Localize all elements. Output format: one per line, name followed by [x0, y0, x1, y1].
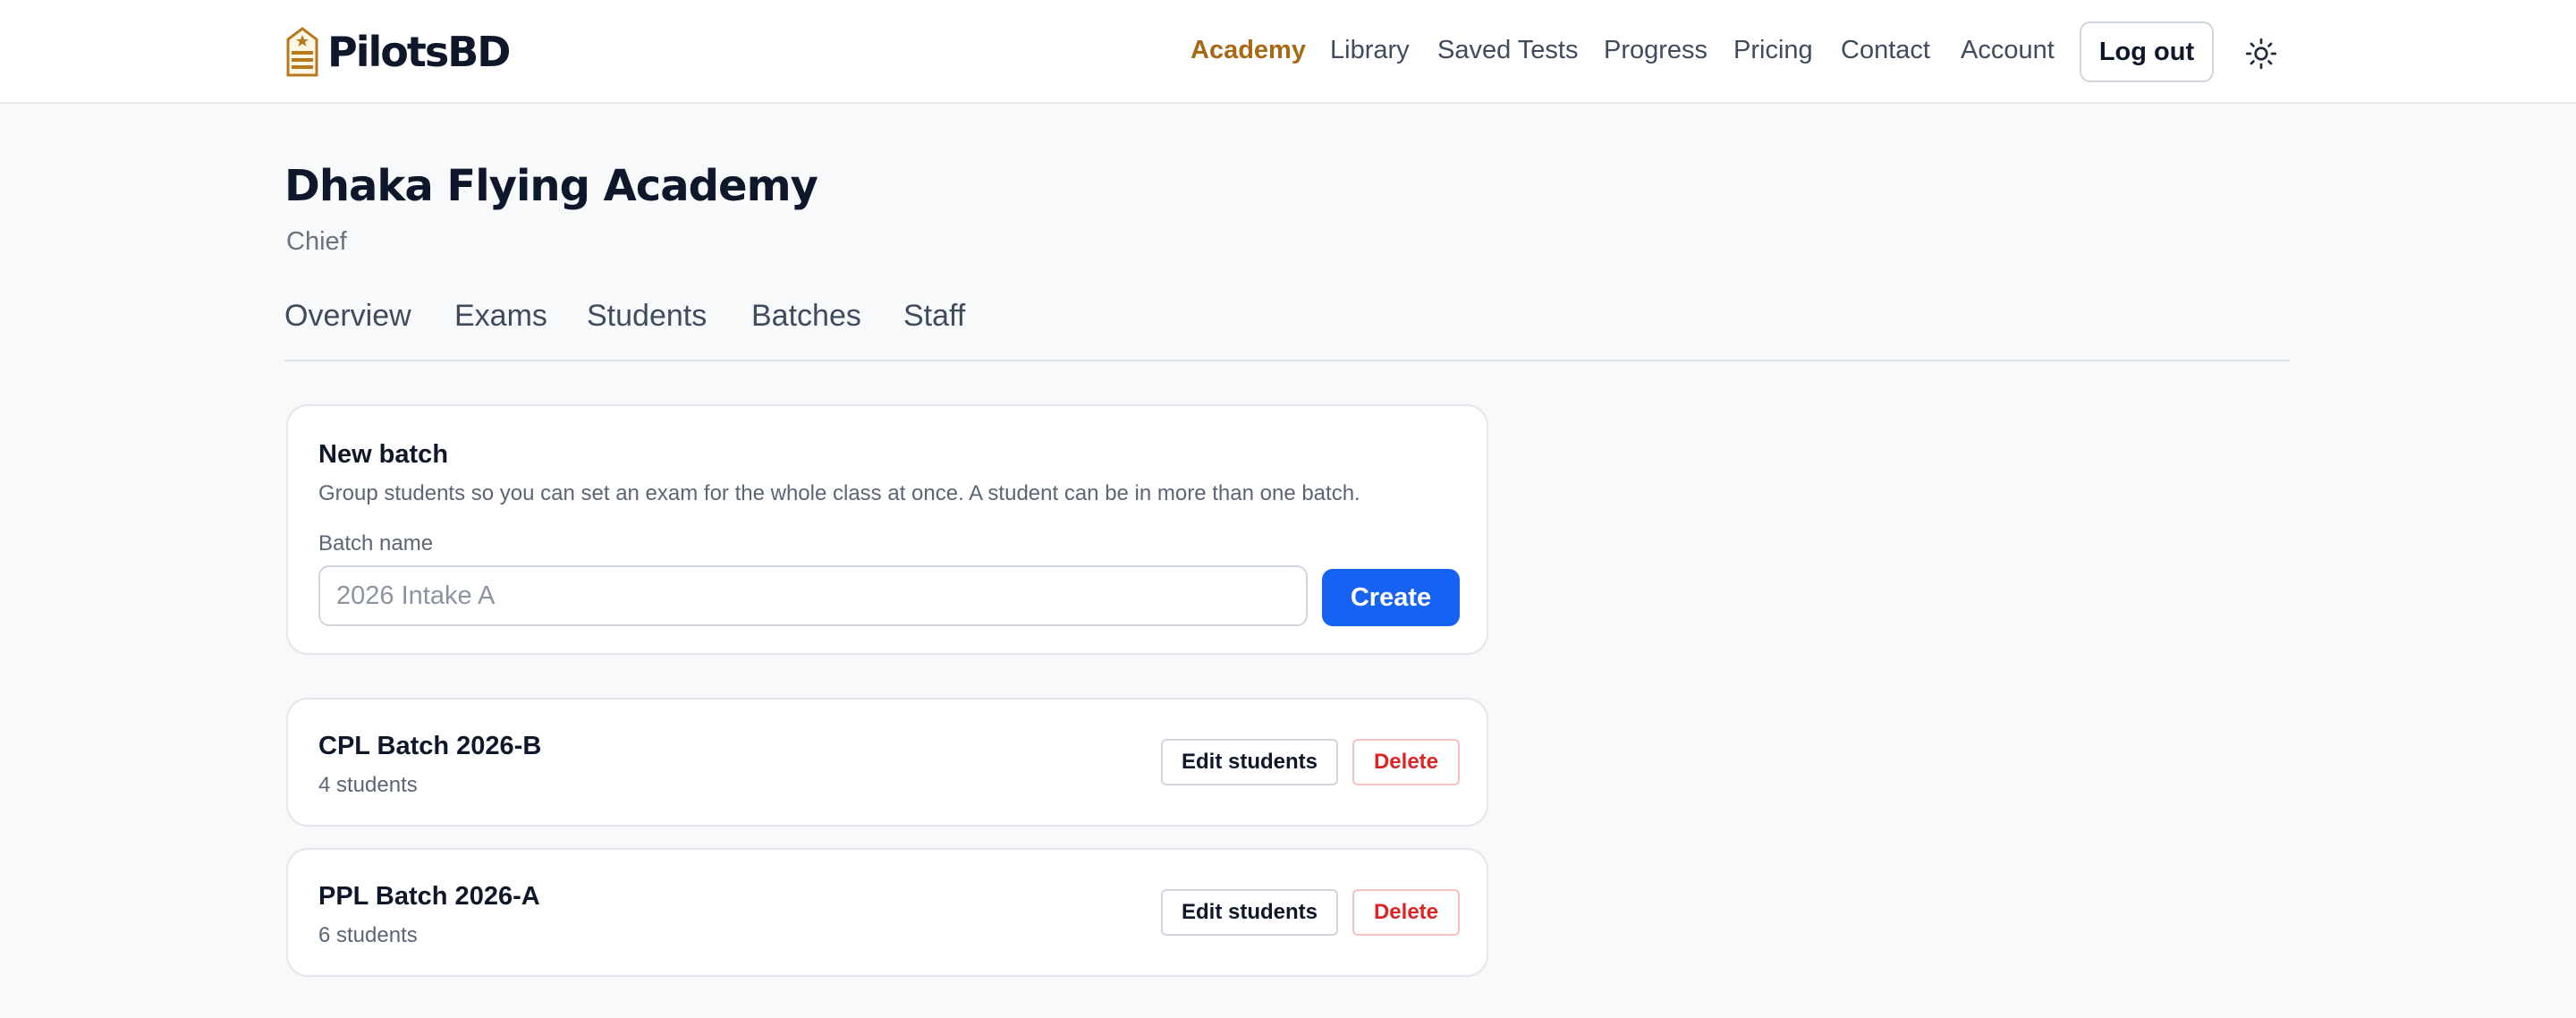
batch-student-count: 4 students — [318, 773, 418, 797]
user-role: Chief — [286, 227, 347, 256]
tab-exams[interactable]: Exams — [454, 299, 547, 334]
tab-batches[interactable]: Batches — [751, 299, 861, 334]
nav-library[interactable]: Library — [1330, 36, 1410, 65]
new-batch-description: Group students so you can set an exam fo… — [318, 481, 1360, 505]
nav-academy[interactable]: Academy — [1191, 36, 1306, 65]
edit-students-button[interactable]: Edit students — [1161, 889, 1338, 936]
batch-card: PPL Batch 2026-A 6 students Edit student… — [286, 848, 1488, 977]
tab-overview[interactable]: Overview — [284, 299, 411, 334]
batch-name-input[interactable] — [318, 565, 1308, 626]
create-batch-button[interactable]: Create — [1322, 569, 1460, 626]
edit-students-button[interactable]: Edit students — [1161, 739, 1338, 785]
nav-account[interactable]: Account — [1961, 36, 2055, 65]
batch-name: CPL Batch 2026-B — [318, 732, 542, 760]
batch-name-label: Batch name — [318, 531, 434, 556]
logo-badge-icon — [286, 27, 318, 77]
new-batch-title: New batch — [318, 440, 449, 469]
page-title: Dhaka Flying Academy — [284, 161, 818, 211]
batch-name: PPL Batch 2026-A — [318, 882, 540, 911]
new-batch-card: New batch Group students so you can set … — [286, 404, 1488, 655]
brand-name: PilotsBD — [327, 28, 511, 76]
logout-button[interactable]: Log out — [2080, 21, 2214, 82]
brand-logo[interactable]: PilotsBD — [284, 25, 511, 79]
batch-card: CPL Batch 2026-B 4 students Edit student… — [286, 698, 1488, 827]
nav-pricing[interactable]: Pricing — [1733, 36, 1813, 65]
batch-student-count: 6 students — [318, 923, 418, 947]
tab-staff[interactable]: Staff — [903, 299, 965, 334]
tab-students[interactable]: Students — [587, 299, 707, 334]
nav-progress[interactable]: Progress — [1604, 36, 1707, 65]
nav-saved-tests[interactable]: Saved Tests — [1437, 36, 1578, 65]
top-navigation-bar: PilotsBD Academy Library Saved Tests Pro… — [0, 0, 2576, 104]
nav-contact[interactable]: Contact — [1841, 36, 1930, 65]
delete-batch-button[interactable]: Delete — [1352, 739, 1460, 785]
delete-batch-button[interactable]: Delete — [1352, 889, 1460, 936]
sun-icon — [2245, 38, 2277, 70]
theme-toggle-button[interactable] — [2241, 34, 2281, 73]
academy-tabs: Overview Exams Students Batches Staff — [284, 295, 2290, 361]
